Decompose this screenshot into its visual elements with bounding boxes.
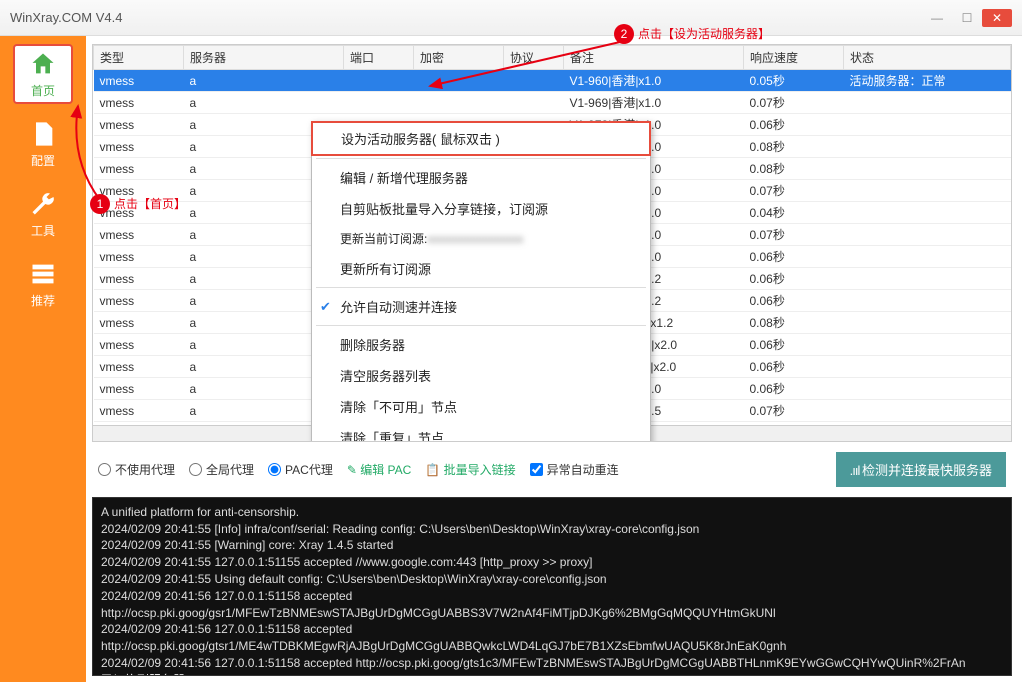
menu-edit[interactable]: 编辑 / 新增代理服务器 (312, 162, 650, 193)
sidebar: 首页 配置 工具 推荐 (0, 36, 86, 682)
minimize-button[interactable]: — (922, 11, 952, 25)
col-header[interactable]: 状态 (844, 46, 1011, 70)
menu-clear-unavailable[interactable]: 清除「不可用」节点 (312, 391, 650, 422)
menu-clear-duplicate[interactable]: 清除「重复」节点 (312, 422, 650, 442)
maximize-button[interactable]: ☐ (952, 11, 982, 25)
titlebar: WinXray.COM V4.4 — ☐ ✕ (0, 0, 1022, 36)
link-bulk-import[interactable]: 📋 批量导入链接 (425, 461, 515, 478)
detect-fastest-button[interactable]: 检测并连接最快服务器 (836, 452, 1006, 487)
menu-delete[interactable]: 删除服务器 (312, 329, 650, 360)
menu-set-active[interactable]: 设为活动服务器( 鼠标双击 ) (311, 121, 651, 156)
menu-clipboard-import[interactable]: 自剪贴板批量导入分享链接，订阅源 (312, 193, 650, 224)
link-edit-pac[interactable]: ✎ 编辑 PAC (347, 461, 412, 478)
col-header[interactable]: 服务器 (184, 46, 344, 70)
nav-tools[interactable]: 工具 (13, 184, 73, 244)
check-auto-reconnect[interactable]: 异常自动重连 (530, 461, 619, 478)
server-icon (29, 260, 57, 288)
radio-pac-proxy[interactable]: PAC代理 (268, 461, 333, 478)
col-header[interactable]: 协议 (504, 46, 564, 70)
file-icon (29, 120, 57, 148)
col-header[interactable]: 加密 (414, 46, 504, 70)
home-icon (29, 50, 57, 78)
nav-home[interactable]: 首页 (13, 44, 73, 104)
radio-no-proxy[interactable]: 不使用代理 (98, 461, 175, 478)
col-header[interactable]: 端口 (344, 46, 414, 70)
menu-update-current[interactable]: 更新当前订阅源: xxxxxxxxxxxxxxxx (312, 224, 650, 253)
table-row[interactable]: vmessaV1-969|香港|x1.00.07秒 (94, 92, 1011, 114)
menu-update-all[interactable]: 更新所有订阅源 (312, 253, 650, 284)
log-console[interactable]: A unified platform for anti-censorship.2… (92, 497, 1012, 676)
toolbar: 不使用代理 全局代理 PAC代理 ✎ 编辑 PAC 📋 批量导入链接 异常自动重… (92, 448, 1012, 491)
col-header[interactable]: 类型 (94, 46, 184, 70)
menu-auto-speedtest[interactable]: 允许自动测速并连接 (312, 291, 650, 322)
server-table-wrap: 类型服务器端口加密协议备注响应速度状态 vmessaV1-960|香港|x1.0… (92, 44, 1012, 442)
col-header[interactable]: 响应速度 (744, 46, 844, 70)
app-title: WinXray.COM V4.4 (10, 10, 922, 25)
col-header[interactable]: 备注 (564, 46, 744, 70)
nav-config[interactable]: 配置 (13, 114, 73, 174)
wrench-icon (29, 190, 57, 218)
nav-recommend[interactable]: 推荐 (13, 254, 73, 314)
close-button[interactable]: ✕ (982, 9, 1012, 27)
menu-clear-list[interactable]: 清空服务器列表 (312, 360, 650, 391)
table-row[interactable]: vmessaV1-960|香港|x1.00.05秒活动服务器：正常 (94, 70, 1011, 92)
context-menu: 设为活动服务器( 鼠标双击 ) 编辑 / 新增代理服务器 自剪贴板批量导入分享链… (311, 121, 651, 442)
radio-global-proxy[interactable]: 全局代理 (189, 461, 254, 478)
